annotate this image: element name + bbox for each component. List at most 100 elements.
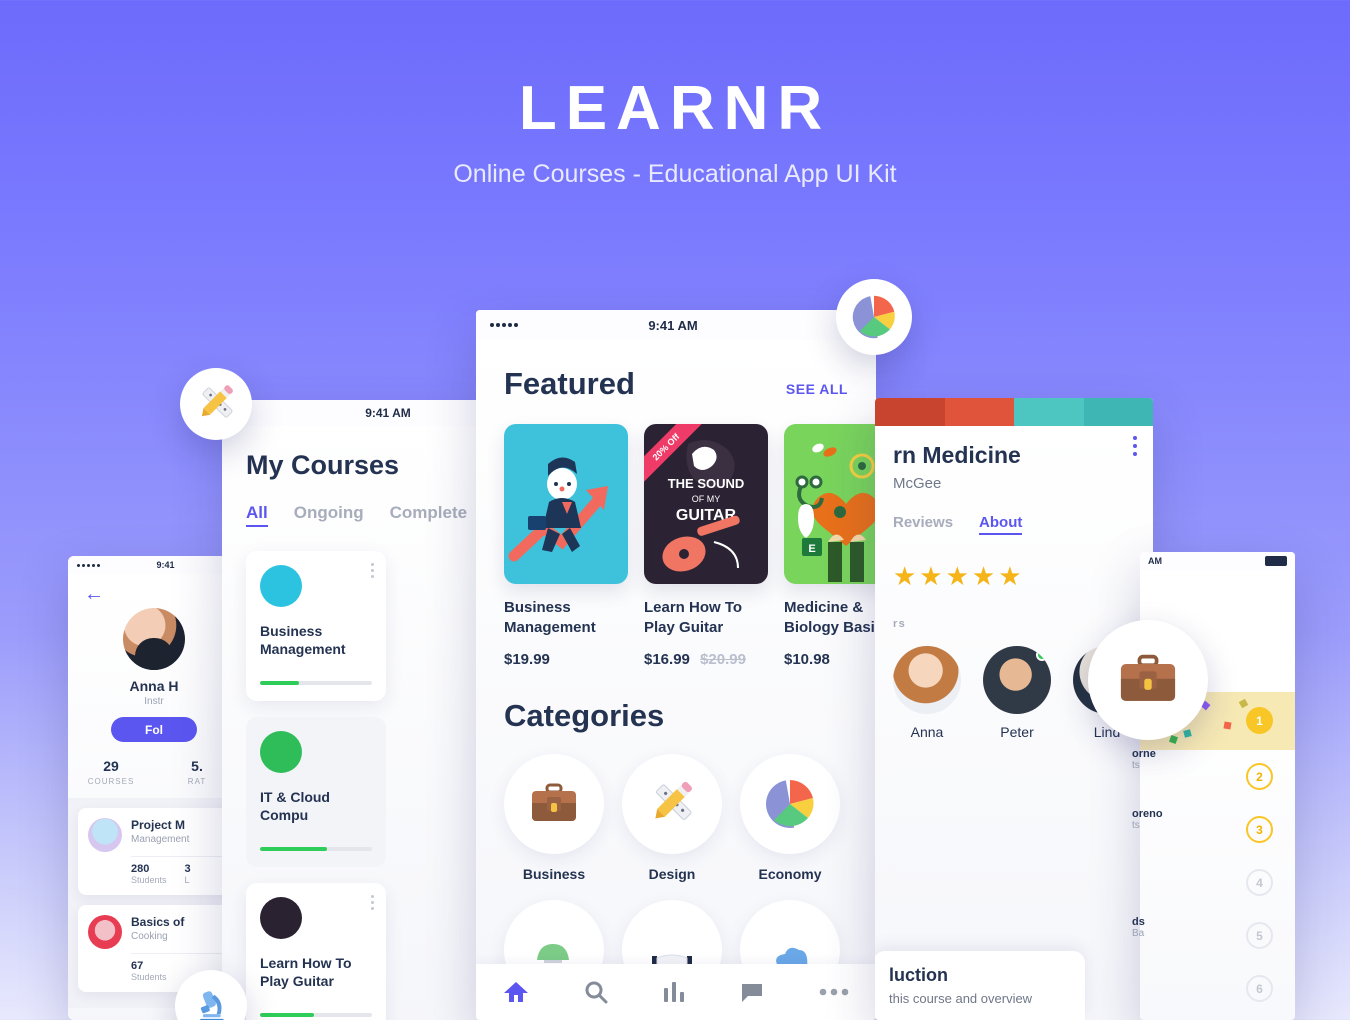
app-title: LEARNR bbox=[518, 74, 832, 143]
featured-card[interactable]: E Medicine & Biology Basi $10.98 bbox=[784, 424, 876, 668]
home-icon[interactable] bbox=[503, 980, 529, 1004]
lesson-number[interactable]: 2 bbox=[1246, 763, 1273, 790]
follow-button[interactable]: Fol bbox=[111, 717, 197, 742]
svg-text:E: E bbox=[808, 543, 815, 555]
course-title: Learn How To Play Guitar bbox=[644, 599, 743, 636]
course-card[interactable]: Business Management bbox=[246, 551, 386, 701]
course-title: IT & Cloud Compu bbox=[260, 789, 330, 823]
category-economy[interactable]: Economy bbox=[740, 754, 840, 882]
see-all-link[interactable]: SEE ALL bbox=[786, 381, 848, 397]
course-author: McGee bbox=[893, 475, 942, 492]
tab-reviews[interactable]: Reviews bbox=[893, 514, 953, 535]
category-icon-circle bbox=[504, 754, 604, 854]
course-subtitle: Cooking bbox=[131, 931, 168, 942]
page-title: Featured bbox=[504, 366, 635, 401]
instructor-role: Instr bbox=[144, 696, 164, 707]
lesson-number[interactable]: 4 bbox=[1246, 869, 1273, 896]
students-count: 67 bbox=[131, 960, 144, 972]
tab-complete[interactable]: Complete bbox=[390, 503, 467, 527]
course-title: Project M bbox=[131, 818, 186, 832]
floating-category-business[interactable] bbox=[1088, 620, 1208, 740]
side-item-title: oreno bbox=[1132, 808, 1163, 821]
intro-card[interactable]: luction this course and overview bbox=[875, 951, 1085, 1020]
student-name: Anna bbox=[910, 724, 944, 740]
status-time: AM bbox=[1148, 556, 1162, 566]
students-count: 280 bbox=[131, 863, 150, 875]
course-card[interactable]: IT & Cloud Compu bbox=[246, 717, 386, 867]
tab-all[interactable]: All bbox=[246, 503, 268, 527]
pie-chart-icon bbox=[852, 295, 895, 339]
student-name: Peter bbox=[1000, 724, 1034, 740]
instructor-name: Anna H bbox=[129, 678, 179, 694]
side-item-sub: Ba bbox=[1132, 928, 1145, 940]
course-thumbnail bbox=[88, 818, 122, 852]
search-icon[interactable] bbox=[584, 980, 608, 1004]
signal-dots-icon bbox=[490, 323, 518, 327]
more-vertical-icon[interactable] bbox=[1133, 436, 1137, 460]
student-item[interactable]: Anna bbox=[893, 646, 961, 740]
lesson-number[interactable]: 3 bbox=[1246, 816, 1273, 843]
tab-about[interactable]: About bbox=[979, 514, 1023, 535]
featured-card-row: Business Management $19.99 20% Off THE S… bbox=[504, 424, 876, 668]
course-card[interactable]: Learn How To Play Guitar bbox=[246, 883, 386, 1020]
category-business[interactable]: Business bbox=[504, 754, 604, 882]
progress-bar bbox=[260, 1013, 372, 1017]
course-icon bbox=[260, 565, 302, 607]
category-icon-circle bbox=[740, 754, 840, 854]
rating-stars: ★★★★★ bbox=[893, 561, 1025, 591]
category-icon-circle bbox=[622, 754, 722, 854]
category-row: Business Design Economy bbox=[504, 754, 848, 882]
status-bar: 9:41 bbox=[68, 556, 240, 574]
course-title: Learn How To Play Guitar bbox=[260, 955, 352, 989]
hero-header: LEARNR Online Courses - Educational App … bbox=[0, 0, 1350, 189]
price: $19.99 bbox=[504, 651, 550, 668]
floating-category-economy[interactable] bbox=[836, 279, 912, 355]
battery-full-icon bbox=[1265, 556, 1287, 566]
section-title: Categories bbox=[504, 698, 665, 733]
progress-bar bbox=[260, 681, 372, 685]
course-subtitle: Management bbox=[131, 834, 190, 845]
microscope-icon bbox=[199, 991, 224, 1020]
student-item[interactable]: Peter bbox=[983, 646, 1051, 740]
more-vertical-icon[interactable] bbox=[371, 563, 374, 581]
course-hero-banner bbox=[875, 398, 1153, 426]
status-bar: AM bbox=[1140, 552, 1295, 570]
category-design[interactable]: Design bbox=[622, 754, 722, 882]
instructor-profile-screen: 9:41 ← Anna H Instr Fol 29 COURSES 5. RA… bbox=[68, 556, 240, 1020]
more-dots-icon[interactable] bbox=[819, 987, 849, 997]
featured-card[interactable]: 20% Off THE SOUND OF MY GUITAR Learn How… bbox=[644, 424, 768, 668]
course-artwork bbox=[504, 424, 628, 584]
list-item[interactable]: Project M Management 280 Students 3 L bbox=[78, 808, 240, 895]
chat-bubble-icon[interactable] bbox=[740, 980, 764, 1004]
categories-header: Categories bbox=[504, 698, 848, 734]
svg-text:THE SOUND: THE SOUND bbox=[668, 476, 745, 491]
status-time: 9:41 bbox=[156, 560, 175, 570]
lesson-number[interactable]: 6 bbox=[1246, 975, 1273, 1002]
arrow-left-icon[interactable]: ← bbox=[84, 584, 240, 604]
students-label: Students bbox=[131, 875, 167, 885]
profile-stats: 29 COURSES 5. RAT bbox=[68, 758, 240, 786]
bottom-tab-bar bbox=[476, 964, 876, 1020]
signal-dots-icon bbox=[77, 563, 100, 567]
more-vertical-icon[interactable] bbox=[371, 895, 374, 913]
floating-category-design[interactable] bbox=[180, 368, 252, 440]
lesson-row[interactable]: 6 bbox=[1140, 962, 1295, 1015]
course-icon bbox=[260, 731, 302, 773]
side-item-sub: ts bbox=[1132, 820, 1140, 832]
old-price: $20.99 bbox=[700, 651, 746, 668]
category-label: Economy bbox=[758, 866, 822, 882]
businessman-growth-illustration bbox=[508, 457, 608, 562]
lesson-number[interactable]: 5 bbox=[1246, 922, 1273, 949]
course-artwork: 20% Off THE SOUND OF MY GUITAR bbox=[644, 424, 768, 584]
medicine-biology-illustration: E bbox=[795, 443, 876, 582]
tab-ongoing[interactable]: Ongoing bbox=[294, 503, 364, 527]
stat-label: COURSES bbox=[87, 777, 135, 786]
ruler-pencil-icon bbox=[201, 385, 233, 418]
price-row: $16.99 $20.99 bbox=[644, 651, 768, 668]
featured-card[interactable]: Business Management $19.99 bbox=[504, 424, 628, 668]
course-icon bbox=[260, 897, 302, 939]
course-thumbnail bbox=[88, 915, 122, 949]
chart-bars-icon[interactable] bbox=[662, 980, 686, 1004]
avatar bbox=[983, 646, 1051, 714]
lesson-number[interactable]: 1 bbox=[1246, 707, 1273, 734]
